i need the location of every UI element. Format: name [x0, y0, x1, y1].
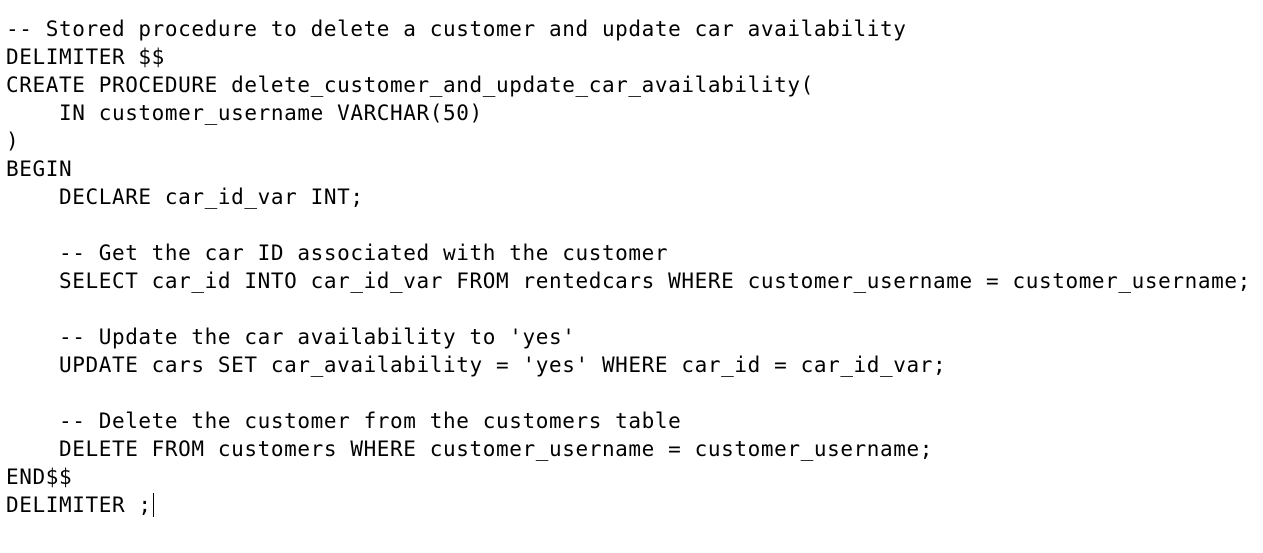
code-line-end: END$$ — [6, 465, 73, 489]
code-line-comment-get-car: -- Get the car ID associated with the cu… — [6, 241, 669, 265]
code-line-declare: DECLARE car_id_var INT; — [6, 185, 364, 209]
text-caret — [152, 493, 154, 517]
code-line-update: UPDATE cars SET car_availability = 'yes'… — [6, 353, 947, 377]
code-line-delimiter-reset: DELIMITER ; — [6, 491, 1263, 519]
code-line-parameter: IN customer_username VARCHAR(50) — [6, 101, 483, 125]
code-line-begin: BEGIN — [6, 157, 73, 181]
code-line-comment-update: -- Update the car availability to 'yes' — [6, 325, 576, 349]
code-line-delete: DELETE FROM customers WHERE customer_use… — [6, 437, 934, 461]
code-line-comment-delete: -- Delete the customer from the customer… — [6, 409, 682, 433]
code-line-close-paren: ) — [6, 129, 20, 153]
code-line-select: SELECT car_id INTO car_id_var FROM rente… — [6, 269, 1251, 293]
code-line-delimiter: DELIMITER $$ — [6, 45, 165, 69]
code-line-create-procedure: CREATE PROCEDURE delete_customer_and_upd… — [6, 73, 814, 97]
code-line-comment: -- Stored procedure to delete a customer… — [6, 17, 907, 41]
code-editor[interactable]: -- Stored procedure to delete a customer… — [0, 0, 1263, 553]
code-line-delimiter-reset-text: DELIMITER ; — [6, 493, 152, 517]
